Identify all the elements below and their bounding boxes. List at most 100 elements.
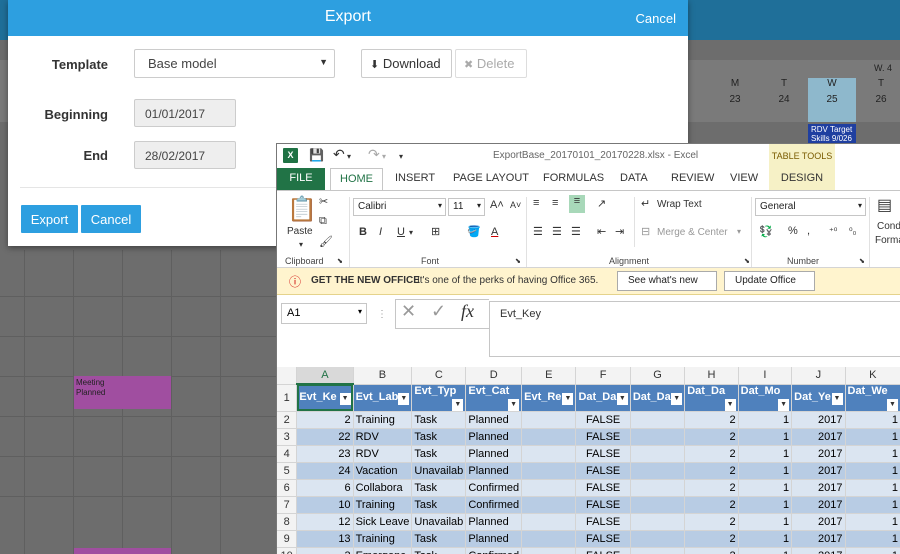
row-header[interactable]: 7 <box>277 496 298 514</box>
table-header-cell[interactable]: Dat_Ye ▼ <box>791 384 846 412</box>
table-cell[interactable] <box>521 445 577 463</box>
italic-icon[interactable]: I <box>379 226 382 238</box>
increase-font-icon[interactable]: A˄ <box>490 199 504 211</box>
filter-dropdown-icon[interactable]: ▼ <box>562 392 574 405</box>
undo-icon[interactable]: ↶ <box>333 146 345 163</box>
table-cell[interactable]: Training <box>353 411 413 429</box>
tab-formulas[interactable]: FORMULAS <box>543 172 604 184</box>
calendar-day[interactable]: T 26 <box>857 78 900 122</box>
table-cell[interactable]: 2 <box>684 445 739 463</box>
table-header-cell[interactable]: Dat_Mo ▼ <box>738 384 793 412</box>
cut-icon[interactable]: ✂ <box>319 195 328 208</box>
column-header[interactable]: A <box>296 367 354 385</box>
table-cell[interactable]: 2017 <box>791 513 846 531</box>
table-cell[interactable] <box>630 530 686 548</box>
table-cell[interactable]: 13 <box>296 530 354 548</box>
table-cell[interactable]: FALSE <box>575 530 631 548</box>
table-cell[interactable] <box>521 530 577 548</box>
conditional-formatting-label[interactable]: Cond <box>877 221 900 232</box>
table-header-cell[interactable]: Evt_Lab ▼ <box>353 384 413 412</box>
table-cell[interactable]: Task <box>411 496 467 514</box>
table-cell[interactable] <box>630 445 686 463</box>
table-cell[interactable]: 3 <box>296 547 354 554</box>
table-cell[interactable]: FALSE <box>575 547 631 554</box>
table-cell[interactable]: 1 <box>738 445 793 463</box>
borders-icon[interactable]: ⊞ <box>431 225 440 238</box>
font-size-box[interactable]: 11 ▾ <box>448 198 485 216</box>
increase-indent-icon[interactable]: ⇥ <box>615 225 624 238</box>
table-cell[interactable]: 1 <box>845 445 900 463</box>
font-color-icon[interactable]: A <box>491 226 498 238</box>
table-cell[interactable]: FALSE <box>575 513 631 531</box>
table-cell[interactable]: Task <box>411 445 467 463</box>
chevron-down-icon[interactable]: ▾ <box>299 240 303 249</box>
table-cell[interactable] <box>521 411 577 429</box>
table-cell[interactable]: Training <box>353 496 413 514</box>
filter-dropdown-icon[interactable]: ▼ <box>778 398 790 410</box>
row-header[interactable]: 5 <box>277 462 298 480</box>
format-painter-icon[interactable]: 🖌 <box>319 235 333 248</box>
table-cell[interactable]: RDV <box>353 428 413 446</box>
chevron-down-icon[interactable]: ▾ <box>358 307 362 316</box>
column-header[interactable]: K <box>845 367 900 385</box>
comma-style-icon[interactable]: , <box>807 225 810 237</box>
calendar-day-today[interactable]: W 25 <box>808 78 856 122</box>
table-cell[interactable]: FALSE <box>575 462 631 480</box>
tab-home[interactable]: HOME <box>330 168 383 191</box>
redo-dropdown-icon[interactable]: ▾ <box>382 152 386 161</box>
merge-center-label[interactable]: Merge & Center <box>657 227 728 238</box>
table-cell[interactable]: 2 <box>684 428 739 446</box>
calendar-day[interactable]: M 23 <box>711 78 759 122</box>
table-cell[interactable]: 24 <box>296 462 354 480</box>
table-cell[interactable]: Sick Leave <box>353 513 413 531</box>
tab-insert[interactable]: INSERT <box>395 172 435 184</box>
table-header-cell[interactable]: Evt_Re ▼ <box>521 384 577 412</box>
wrap-text-icon[interactable]: ↵ <box>641 197 650 210</box>
dialog-launcher-icon[interactable]: ⬊ <box>859 257 865 265</box>
filter-dropdown-icon[interactable]: ▼ <box>887 398 898 410</box>
table-cell[interactable] <box>630 462 686 480</box>
row-header[interactable]: 2 <box>277 411 298 429</box>
filter-dropdown-icon[interactable]: ▼ <box>508 398 520 410</box>
undo-dropdown-icon[interactable]: ▾ <box>347 152 351 161</box>
calendar-event-meeting[interactable]: Meeting Planned <box>74 376 171 409</box>
row-header[interactable]: 8 <box>277 513 298 531</box>
bold-icon[interactable]: B <box>359 226 367 238</box>
table-cell[interactable]: 2017 <box>791 462 846 480</box>
table-cell[interactable]: 1 <box>738 496 793 514</box>
table-cell[interactable]: 2 <box>684 547 739 554</box>
table-cell[interactable]: Emergenc <box>353 547 413 554</box>
table-cell[interactable]: 1 <box>845 513 900 531</box>
row-header[interactable]: 4 <box>277 445 298 463</box>
table-cell[interactable]: 1 <box>845 462 900 480</box>
underline-icon[interactable]: U <box>397 226 405 238</box>
align-center-icon[interactable]: ☰ <box>552 225 562 238</box>
table-cell[interactable]: 1 <box>845 428 900 446</box>
decrease-font-icon[interactable]: A˅ <box>510 200 521 210</box>
table-cell[interactable]: 2 <box>684 513 739 531</box>
table-cell[interactable]: 1 <box>738 513 793 531</box>
table-cell[interactable] <box>630 479 686 497</box>
merge-icon[interactable]: ⊟ <box>641 225 650 238</box>
download-button[interactable]: ⬇ Download <box>361 49 452 78</box>
table-cell[interactable] <box>630 496 686 514</box>
table-cell[interactable]: 2 <box>684 530 739 548</box>
table-header-cell[interactable]: Dat_We ▼ <box>845 384 900 412</box>
table-cell[interactable]: 23 <box>296 445 354 463</box>
table-cell[interactable]: 2 <box>684 411 739 429</box>
filter-dropdown-icon[interactable]: ▼ <box>339 392 351 405</box>
align-bottom-icon[interactable]: ≡ <box>569 195 585 213</box>
align-right-icon[interactable]: ☰ <box>571 225 581 238</box>
table-cell[interactable]: FALSE <box>575 479 631 497</box>
decrease-decimal-icon[interactable]: ⁰₀ <box>849 226 856 237</box>
chevron-down-icon[interactable]: ▾ <box>477 201 481 210</box>
column-header[interactable]: I <box>738 367 793 385</box>
column-header[interactable]: C <box>411 367 467 385</box>
table-cell[interactable] <box>630 547 686 554</box>
filter-dropdown-icon[interactable]: ▼ <box>616 392 628 405</box>
table-header-cell[interactable]: Evt_Typ ▼ <box>411 384 467 412</box>
table-cell[interactable]: Planned <box>465 513 523 531</box>
table-cell[interactable]: 1 <box>845 547 900 554</box>
delete-button[interactable]: ✖ Delete <box>455 49 527 78</box>
table-header-cell[interactable]: Dat_Da ▼ <box>630 384 686 412</box>
